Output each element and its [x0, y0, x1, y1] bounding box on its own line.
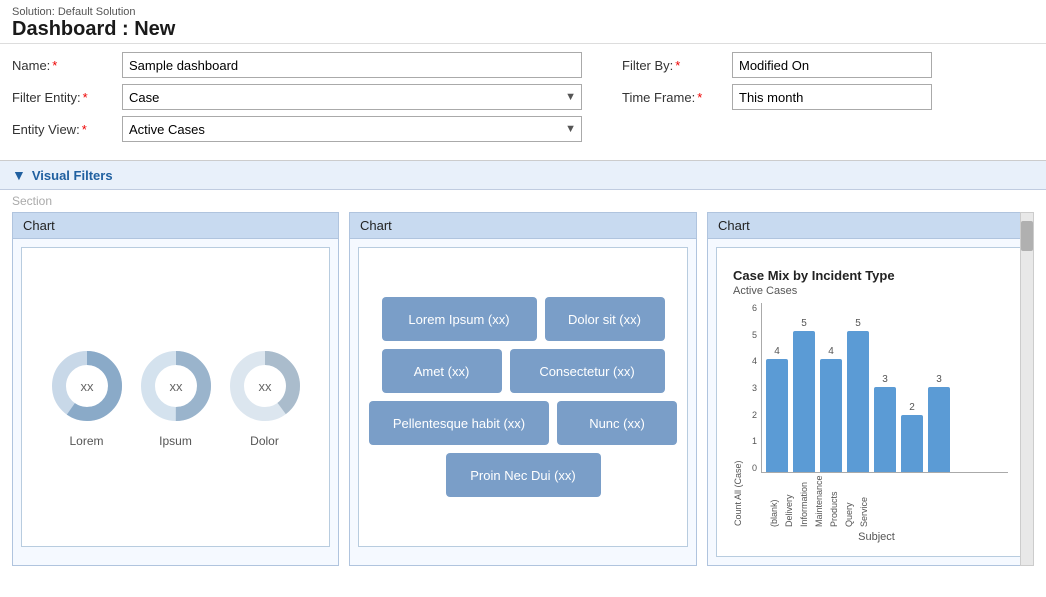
- barchart-y-label: Count All (Case): [733, 443, 743, 543]
- time-frame-label: Time Frame:*: [622, 90, 732, 105]
- bar-products: 3: [874, 303, 896, 472]
- filter-entity-label: Filter Entity:*: [12, 90, 122, 105]
- filter-by-label: Filter By:*: [622, 58, 732, 73]
- bar-maintenance: 5: [847, 303, 869, 472]
- form-section: Name:* Filter Entity:* Case ▼ Entity Vie…: [0, 44, 1046, 156]
- filter-by-input[interactable]: [732, 52, 932, 78]
- svg-text:xx: xx: [80, 379, 94, 394]
- bubble-nunc: Nunc (xx): [557, 401, 677, 445]
- xlabel-blank: (blank): [769, 477, 779, 527]
- bubble-lorem-ipsum: Lorem Ipsum (xx): [382, 297, 537, 341]
- bubble-proin: Proin Nec Dui (xx): [446, 453, 601, 497]
- donut-svg-2: xx: [136, 346, 216, 426]
- xlabel-query: Query: [844, 477, 854, 527]
- bubble-row-4: Proin Nec Dui (xx): [446, 453, 601, 497]
- donuts-row: xx Lorem xx Ipsu: [22, 336, 329, 458]
- chart3-header: Chart: [708, 213, 1033, 239]
- donut-item-3: xx Dolor: [225, 346, 305, 448]
- time-frame-input[interactable]: [732, 84, 932, 110]
- xlabel-delivery: Delivery: [784, 477, 794, 527]
- bubbles-area: Lorem Ipsum (xx) Dolor sit (xx) Amet (xx…: [359, 252, 687, 542]
- name-label: Name:*: [12, 58, 122, 73]
- bar-blank: 4: [766, 303, 788, 472]
- bubble-pellentesque: Pellentesque habit (xx): [369, 401, 549, 445]
- bubble-amet: Amet (xx): [382, 349, 502, 393]
- chart1-inner: xx Lorem xx Ipsu: [21, 247, 330, 547]
- solution-label: Solution: Default Solution: [12, 6, 1034, 18]
- bubble-row-1: Lorem Ipsum (xx) Dolor sit (xx): [382, 297, 665, 341]
- donut-item-1: xx Lorem: [47, 346, 127, 448]
- bar-service: 3: [928, 303, 950, 472]
- xlabel-maintenance: Maintenance: [814, 477, 824, 527]
- collapse-icon[interactable]: ▼: [12, 167, 26, 183]
- chart2-inner: Lorem Ipsum (xx) Dolor sit (xx) Amet (xx…: [358, 247, 688, 547]
- visual-filters-title: Visual Filters: [32, 168, 113, 183]
- visual-filters-header: ▼ Visual Filters: [0, 161, 1046, 190]
- entity-view-select-wrap[interactable]: Active Cases ▼: [122, 116, 582, 142]
- svg-text:xx: xx: [169, 379, 183, 394]
- barchart-title: Case Mix by Incident Type: [733, 268, 1008, 283]
- donuts-area: xx Lorem xx Ipsu: [22, 252, 329, 542]
- donut2-label: Ipsum: [159, 434, 192, 448]
- chart-card-3: Chart Case Mix by Incident Type Active C…: [707, 212, 1034, 566]
- filter-entity-select-wrap[interactable]: Case ▼: [122, 84, 582, 110]
- donut-item-2: xx Ipsum: [136, 346, 216, 448]
- bubble-dolor-sit: Dolor sit (xx): [545, 297, 665, 341]
- chart-card-1: Chart xx Lorem: [12, 212, 339, 566]
- charts-row: Chart xx Lorem: [0, 212, 1046, 578]
- bar-query: 2: [901, 303, 923, 472]
- scrollbar-thumb: [1021, 221, 1033, 251]
- donut1-label: Lorem: [69, 434, 103, 448]
- barchart-area: Case Mix by Incident Type Active Cases C…: [725, 258, 1016, 548]
- bar-information: 4: [820, 303, 842, 472]
- svg-text:xx: xx: [258, 379, 272, 394]
- chart-card-2: Chart Lorem Ipsum (xx) Dolor sit (xx) Am…: [349, 212, 697, 566]
- filter-entity-select[interactable]: Case: [122, 84, 582, 110]
- x-axis-label: Subject: [745, 531, 1008, 543]
- bubble-row-3: Pellentesque habit (xx) Nunc (xx): [369, 401, 677, 445]
- section-label: Section: [0, 190, 1046, 212]
- xlabel-information: Information: [799, 477, 809, 527]
- y-axis: 6 5 4 3 2 1 0: [745, 303, 761, 473]
- donut-svg-3: xx: [225, 346, 305, 426]
- donut-svg-1: xx: [47, 346, 127, 426]
- chart2-header: Chart: [350, 213, 696, 239]
- chart3-inner: Case Mix by Incident Type Active Cases C…: [716, 247, 1025, 557]
- top-bar: Solution: Default Solution Dashboard : N…: [0, 0, 1046, 44]
- entity-view-label: Entity View:*: [12, 122, 122, 137]
- donut3-label: Dolor: [250, 434, 279, 448]
- barchart-subtitle: Active Cases: [733, 285, 1008, 297]
- page-title: Dashboard : New: [12, 18, 1034, 41]
- chart1-header: Chart: [13, 213, 338, 239]
- scrollbar[interactable]: [1020, 212, 1034, 566]
- bubble-consectetur: Consectetur (xx): [510, 349, 665, 393]
- visual-filters-section: ▼ Visual Filters Section Chart: [0, 160, 1046, 578]
- xlabel-service: Service: [859, 477, 869, 527]
- bars-container: 4 5: [761, 303, 1008, 473]
- name-input[interactable]: [122, 52, 582, 78]
- x-labels: (blank) Delivery Information Maintenance…: [745, 473, 1008, 527]
- xlabel-products: Products: [829, 477, 839, 527]
- entity-view-select[interactable]: Active Cases: [122, 116, 582, 142]
- bar-delivery: 5: [793, 303, 815, 472]
- bubble-row-2: Amet (xx) Consectetur (xx): [382, 349, 665, 393]
